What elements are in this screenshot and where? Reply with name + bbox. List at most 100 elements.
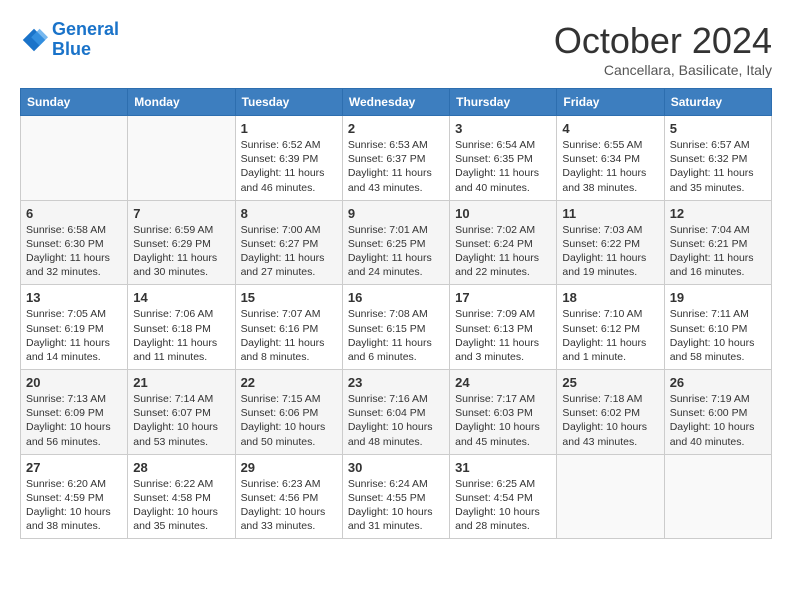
calendar-cell: 16 Sunrise: 7:08 AM Sunset: 6:15 PM Dayli…	[342, 285, 449, 370]
day-number: 6	[26, 206, 122, 221]
day-detail: Sunrise: 7:00 AM Sunset: 6:27 PM Dayligh…	[241, 223, 337, 280]
day-detail: Sunrise: 6:25 AM Sunset: 4:54 PM Dayligh…	[455, 477, 551, 534]
calendar-cell: 5Sunrise: 6:57 AM Sunset: 6:32 PM Daylig…	[664, 116, 771, 201]
calendar-cell: 14Sunrise: 7:06 AM Sunset: 6:18 PM Dayli…	[128, 285, 235, 370]
day-detail: Sunrise: 7:15 AM Sunset: 6:06 PM Dayligh…	[241, 392, 337, 449]
day-number: 8	[241, 206, 337, 221]
day-detail: Sunrise: 7:04 AM Sunset: 6:21 PM Dayligh…	[670, 223, 766, 280]
day-number: 16	[348, 290, 444, 305]
day-detail: Sunrise: 7:11 AM Sunset: 6:10 PM Dayligh…	[670, 307, 766, 364]
calendar-cell: 26 Sunrise: 7:19 AM Sunset: 6:00 PM Dayli…	[664, 370, 771, 455]
calendar-week-row: 20Sunrise: 7:13 AM Sunset: 6:09 PM Dayli…	[21, 370, 772, 455]
month-title: October 2024	[554, 20, 772, 62]
weekday-header: Monday	[128, 89, 235, 116]
day-number: 15	[241, 290, 337, 305]
day-detail: Sunrise: 7:08 AM Sunset: 6:15 PM Dayligh…	[348, 307, 444, 364]
calendar-cell: 1 Sunrise: 6:52 AM Sunset: 6:39 PM Daylig…	[235, 116, 342, 201]
day-detail: Sunrise: 7:13 AM Sunset: 6:09 PM Dayligh…	[26, 392, 122, 449]
day-detail: Sunrise: 6:53 AM Sunset: 6:37 PM Dayligh…	[348, 138, 444, 195]
day-number: 1	[241, 121, 337, 136]
calendar-cell: 4Sunrise: 6:55 AM Sunset: 6:34 PM Daylig…	[557, 116, 664, 201]
day-detail: Sunrise: 7:14 AM Sunset: 6:07 PM Dayligh…	[133, 392, 229, 449]
day-detail: Sunrise: 7:02 AM Sunset: 6:24 PM Dayligh…	[455, 223, 551, 280]
calendar-cell: 2 Sunrise: 6:53 AM Sunset: 6:37 PM Daylig…	[342, 116, 449, 201]
day-number: 19	[670, 290, 766, 305]
day-number: 7	[133, 206, 229, 221]
location-subtitle: Cancellara, Basilicate, Italy	[554, 62, 772, 78]
day-detail: Sunrise: 7:10 AM Sunset: 6:12 PM Dayligh…	[562, 307, 658, 364]
calendar-cell: 11 Sunrise: 7:03 AM Sunset: 6:22 PM Dayli…	[557, 200, 664, 285]
day-number: 31	[455, 460, 551, 475]
calendar-table: SundayMondayTuesdayWednesdayThursdayFrid…	[20, 88, 772, 539]
calendar-cell: 27 Sunrise: 6:20 AM Sunset: 4:59 PM Dayli…	[21, 454, 128, 539]
day-number: 27	[26, 460, 122, 475]
calendar-cell: 17 Sunrise: 7:09 AM Sunset: 6:13 PM Dayli…	[450, 285, 557, 370]
day-detail: Sunrise: 6:23 AM Sunset: 4:56 PM Dayligh…	[241, 477, 337, 534]
day-number: 26	[670, 375, 766, 390]
logo: General Blue	[20, 20, 119, 60]
title-section: October 2024 Cancellara, Basilicate, Ita…	[554, 20, 772, 78]
day-detail: Sunrise: 7:16 AM Sunset: 6:04 PM Dayligh…	[348, 392, 444, 449]
calendar-cell: 3Sunrise: 6:54 AM Sunset: 6:35 PM Daylig…	[450, 116, 557, 201]
calendar-cell: 28Sunrise: 6:22 AM Sunset: 4:58 PM Dayli…	[128, 454, 235, 539]
logo-icon	[20, 26, 48, 54]
day-number: 22	[241, 375, 337, 390]
calendar-week-row: 1 Sunrise: 6:52 AM Sunset: 6:39 PM Daylig…	[21, 116, 772, 201]
calendar-cell: 15 Sunrise: 7:07 AM Sunset: 6:16 PM Dayli…	[235, 285, 342, 370]
day-number: 3	[455, 121, 551, 136]
day-number: 11	[562, 206, 658, 221]
weekday-header: Thursday	[450, 89, 557, 116]
day-number: 23	[348, 375, 444, 390]
calendar-cell: 8 Sunrise: 7:00 AM Sunset: 6:27 PM Daylig…	[235, 200, 342, 285]
calendar-cell	[557, 454, 664, 539]
day-detail: Sunrise: 7:19 AM Sunset: 6:00 PM Dayligh…	[670, 392, 766, 449]
calendar-week-row: 27 Sunrise: 6:20 AM Sunset: 4:59 PM Dayli…	[21, 454, 772, 539]
day-detail: Sunrise: 7:06 AM Sunset: 6:18 PM Dayligh…	[133, 307, 229, 364]
day-detail: Sunrise: 6:58 AM Sunset: 6:30 PM Dayligh…	[26, 223, 122, 280]
day-number: 9	[348, 206, 444, 221]
day-number: 12	[670, 206, 766, 221]
calendar-cell	[21, 116, 128, 201]
calendar-cell: 9 Sunrise: 7:01 AM Sunset: 6:25 PM Daylig…	[342, 200, 449, 285]
calendar-cell: 25Sunrise: 7:18 AM Sunset: 6:02 PM Dayli…	[557, 370, 664, 455]
logo-line2: Blue	[52, 39, 91, 59]
calendar-cell	[128, 116, 235, 201]
weekday-header: Friday	[557, 89, 664, 116]
calendar-cell: 19 Sunrise: 7:11 AM Sunset: 6:10 PM Dayli…	[664, 285, 771, 370]
day-detail: Sunrise: 7:17 AM Sunset: 6:03 PM Dayligh…	[455, 392, 551, 449]
day-detail: Sunrise: 7:03 AM Sunset: 6:22 PM Dayligh…	[562, 223, 658, 280]
weekday-header: Tuesday	[235, 89, 342, 116]
calendar-cell: 18 Sunrise: 7:10 AM Sunset: 6:12 PM Dayli…	[557, 285, 664, 370]
day-detail: Sunrise: 7:07 AM Sunset: 6:16 PM Dayligh…	[241, 307, 337, 364]
day-number: 28	[133, 460, 229, 475]
day-number: 17	[455, 290, 551, 305]
calendar-cell: 21 Sunrise: 7:14 AM Sunset: 6:07 PM Dayli…	[128, 370, 235, 455]
weekday-header: Wednesday	[342, 89, 449, 116]
calendar-cell: 7Sunrise: 6:59 AM Sunset: 6:29 PM Daylig…	[128, 200, 235, 285]
calendar-cell: 10 Sunrise: 7:02 AM Sunset: 6:24 PM Dayli…	[450, 200, 557, 285]
day-detail: Sunrise: 6:20 AM Sunset: 4:59 PM Dayligh…	[26, 477, 122, 534]
day-number: 2	[348, 121, 444, 136]
calendar-cell	[664, 454, 771, 539]
day-number: 13	[26, 290, 122, 305]
logo-line1: General	[52, 19, 119, 39]
day-detail: Sunrise: 6:52 AM Sunset: 6:39 PM Dayligh…	[241, 138, 337, 195]
calendar-week-row: 6 Sunrise: 6:58 AM Sunset: 6:30 PM Daylig…	[21, 200, 772, 285]
day-number: 10	[455, 206, 551, 221]
calendar-cell: 30Sunrise: 6:24 AM Sunset: 4:55 PM Dayli…	[342, 454, 449, 539]
day-number: 18	[562, 290, 658, 305]
day-detail: Sunrise: 6:57 AM Sunset: 6:32 PM Dayligh…	[670, 138, 766, 195]
weekday-header: Saturday	[664, 89, 771, 116]
logo-text: General Blue	[52, 20, 119, 60]
weekday-header: Sunday	[21, 89, 128, 116]
day-detail: Sunrise: 7:09 AM Sunset: 6:13 PM Dayligh…	[455, 307, 551, 364]
day-number: 21	[133, 375, 229, 390]
day-detail: Sunrise: 7:01 AM Sunset: 6:25 PM Dayligh…	[348, 223, 444, 280]
calendar-cell: 29 Sunrise: 6:23 AM Sunset: 4:56 PM Dayli…	[235, 454, 342, 539]
day-detail: Sunrise: 6:24 AM Sunset: 4:55 PM Dayligh…	[348, 477, 444, 534]
day-number: 24	[455, 375, 551, 390]
calendar-week-row: 13Sunrise: 7:05 AM Sunset: 6:19 PM Dayli…	[21, 285, 772, 370]
calendar-cell: 23 Sunrise: 7:16 AM Sunset: 6:04 PM Dayli…	[342, 370, 449, 455]
day-number: 29	[241, 460, 337, 475]
day-detail: Sunrise: 6:55 AM Sunset: 6:34 PM Dayligh…	[562, 138, 658, 195]
